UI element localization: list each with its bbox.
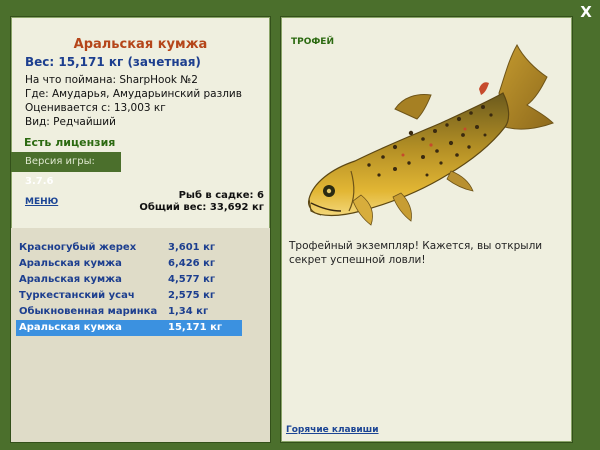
catch-row[interactable]: Аральская кумжа 6,426 кг xyxy=(16,256,242,272)
catch-row[interactable]: Обыкновенная маринка 1,34 кг xyxy=(16,304,242,320)
catch-weight: 3,601 кг xyxy=(168,242,216,253)
fish-weight: Вес: 15,171 кг (зачетная) xyxy=(25,55,201,69)
catch-name: Туркестанский усач xyxy=(19,290,135,301)
catch-weight: 1,34 кг xyxy=(168,306,209,317)
fish-estimate: Оценивается с: 13,003 кг xyxy=(25,102,166,114)
catch-weight: 6,426 кг xyxy=(168,258,216,269)
trophy-panel: ТРОФЕЙ Трофейный экземпляр! Кажется, вы … xyxy=(280,16,573,443)
version-label: Версия игры: xyxy=(25,156,95,167)
catch-weight: 4,577 кг xyxy=(168,274,216,285)
fish-bait: На что поймана: SharpHook №2 xyxy=(25,74,198,86)
fish-location: Где: Амударья, Амударьинский разлив xyxy=(25,88,242,100)
catch-weight: 2,575 кг xyxy=(168,290,216,301)
catch-row-selected[interactable]: Аральская кумжа 15,171 кг xyxy=(16,320,242,336)
brown-trout-picture xyxy=(308,43,554,226)
version-badge: Версия игры: 3.7.6 xyxy=(11,152,121,187)
trophy-message: Трофейный экземпляр! Кажется, вы открыли… xyxy=(289,240,543,266)
hotkeys-link[interactable]: Горячие клавиши xyxy=(286,425,379,435)
catch-list-area: Красногубый жерех 3,601 кг Аральская кум… xyxy=(11,228,270,442)
catch-row[interactable]: Красногубый жерех 3,601 кг xyxy=(16,240,242,256)
fish-info-panel: Аральская кумжа Вес: 15,171 кг (зачетная… xyxy=(10,16,271,443)
menu-button[interactable]: МЕНЮ xyxy=(25,197,58,207)
close-icon[interactable]: X xyxy=(576,2,596,22)
catch-name: Аральская кумжа xyxy=(19,322,122,333)
fish-kind: Вид: Редчайший xyxy=(25,116,116,128)
catch-list: Красногубый жерех 3,601 кг Аральская кум… xyxy=(16,240,242,336)
catch-name: Обыкновенная маринка xyxy=(19,306,158,317)
catch-weight: 15,171 кг xyxy=(168,322,223,333)
catch-row[interactable]: Аральская кумжа 4,577 кг xyxy=(16,272,242,288)
keepnet-total-weight: Общий вес: 33,692 кг xyxy=(139,202,264,213)
catch-name: Аральская кумжа xyxy=(19,258,122,269)
catch-name: Аральская кумжа xyxy=(19,274,122,285)
version-value: 3.7.6 xyxy=(25,176,54,187)
keepnet-count: Рыб в садке: 6 xyxy=(178,190,264,201)
license-status: Есть лицензия xyxy=(24,136,116,149)
catch-row[interactable]: Туркестанский усач 2,575 кг xyxy=(16,288,242,304)
fish-title: Аральская кумжа xyxy=(73,37,208,52)
catch-name: Красногубый жерех xyxy=(19,242,137,253)
